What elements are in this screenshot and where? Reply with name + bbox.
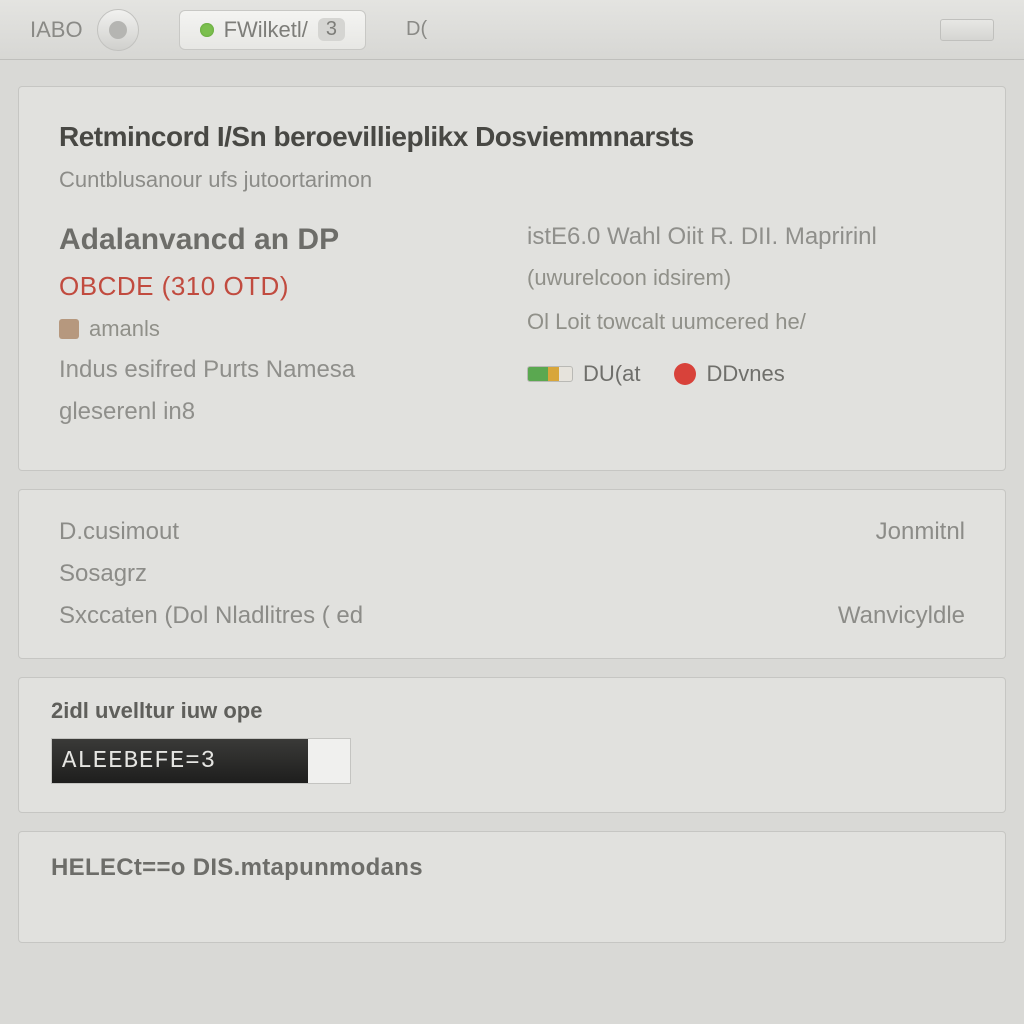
toolbar-round-button[interactable]: [97, 9, 139, 51]
small-tag-label: amanls: [89, 316, 160, 342]
top-toolbar: IABO FWilketl/ 3 D(: [0, 0, 1024, 60]
details-row: D.cusimout Jonmitnl: [59, 518, 965, 546]
info-line-4: Indus esifred Purts Namesa: [59, 356, 355, 384]
details-row-key: Sxccaten (Dol Nladlitres ( ed: [59, 602, 363, 630]
footer-panel: HELECt==o DIS.mtapunmodans: [18, 831, 1006, 943]
toolbar-small-code: D(: [406, 18, 427, 41]
toolbar-min-button[interactable]: [940, 19, 994, 41]
info-line-5: gleserenl in8: [59, 398, 195, 426]
record-icon: [109, 21, 127, 39]
details-row-value: Jonmitnl: [876, 518, 965, 546]
progress-fill: ALEEBEFE=3: [52, 739, 308, 783]
details-row-value: Wanvicyldle: [838, 602, 965, 630]
advanced-heading: Adalanvancd an DP: [59, 223, 339, 257]
progress-panel: 2idl uvelltur iuw ope ALEEBEFE=3: [18, 677, 1006, 813]
toolbar-zone-mid: D(: [406, 18, 427, 41]
toolbar-left-label: IABO: [30, 17, 83, 43]
record-code: OBCDE (310 OTD): [59, 271, 289, 302]
status-a-label: DU(at: [583, 361, 640, 387]
level-indicator-icon: [527, 366, 573, 382]
details-list-panel: D.cusimout Jonmitnl Sosagrz Sxccaten (Do…: [18, 489, 1006, 659]
page-body: Retmincord I/Sn beroevillieplikx Dosviem…: [0, 60, 1024, 991]
info-column-right: istE6.0 Wahl Oiit R. DII. Mapririnl (uwu…: [527, 223, 965, 440]
right-line-3: Ol Loit towcalt uumcered he/: [527, 309, 806, 335]
toolbar-zone-left: IABO: [30, 9, 139, 51]
right-line-2: (uwurelcoon idsirem): [527, 265, 731, 291]
details-row: Sosagrz: [59, 560, 965, 588]
status-b-label: DDvnes: [706, 361, 784, 387]
details-row-key: D.cusimout: [59, 518, 179, 546]
footer-filename: HELECt==o DIS.mtapunmodans: [51, 854, 423, 881]
progress-label: 2idl uvelltur iuw ope: [51, 698, 973, 724]
right-line-1: istE6.0 Wahl Oiit R. DII. Mapririnl: [527, 223, 877, 251]
record-title: Retmincord I/Sn beroevillieplikx Dosviem…: [59, 121, 965, 153]
status-dot-icon: [200, 23, 214, 37]
status-pill-b: DDvnes: [674, 361, 784, 387]
tab-count-badge: 3: [318, 18, 345, 41]
thumb-icon: [59, 319, 79, 339]
status-pill-a: DU(at: [527, 361, 640, 387]
info-column-left: Adalanvancd an DP OBCDE (310 OTD) amanls…: [59, 223, 497, 440]
record-info-panel: Retmincord I/Sn beroevillieplikx Dosviem…: [18, 86, 1006, 471]
details-row-key: Sosagrz: [59, 560, 147, 588]
toolbar-zone-center: FWilketl/ 3: [179, 10, 366, 50]
record-subtitle: Cuntblusanour ufs jutoortarimon: [59, 167, 965, 193]
details-row: Sxccaten (Dol Nladlitres ( ed Wanvicyldl…: [59, 602, 965, 630]
active-tab-chip[interactable]: FWilketl/ 3: [179, 10, 366, 50]
red-status-icon: [674, 363, 696, 385]
progress-bar[interactable]: ALEEBEFE=3: [51, 738, 351, 784]
tab-label: FWilketl/: [224, 17, 308, 43]
